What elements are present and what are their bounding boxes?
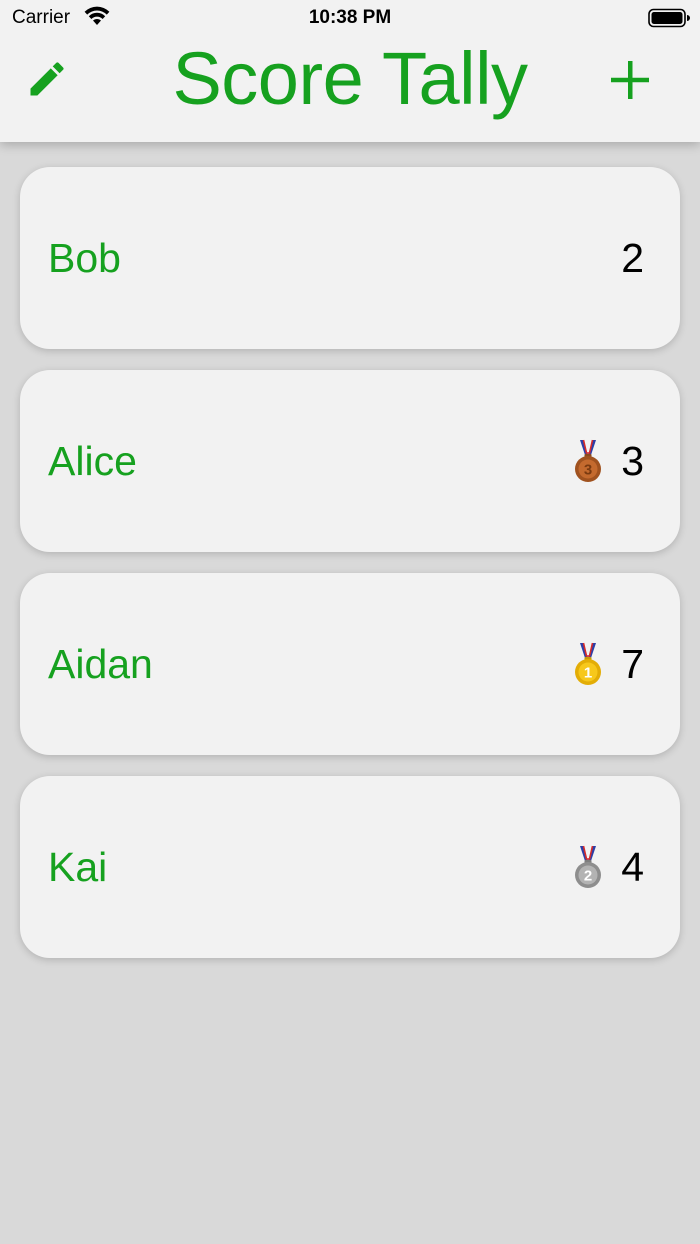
player-list: Bob 2 Alice 3 3 Aidan 1 7 Kai 2 4 [20, 167, 680, 979]
player-name: Aidan [48, 640, 153, 687]
score-group: 2 [621, 167, 644, 349]
battery-icon [648, 8, 690, 28]
add-player-button[interactable] [600, 50, 660, 110]
player-name: Kai [48, 843, 108, 890]
player-score: 7 [621, 640, 644, 687]
svg-text:2: 2 [584, 868, 592, 885]
page-title: Score Tally [172, 36, 528, 120]
player-card[interactable]: Kai 2 4 [20, 776, 680, 958]
player-name: Bob [48, 234, 121, 281]
svg-text:3: 3 [584, 462, 592, 479]
app-screen: Carrier 10:38 PM Score Tally Bob 2 Alice… [0, 0, 700, 1244]
score-group: 1 7 [573, 573, 644, 755]
player-card[interactable]: Alice 3 3 [20, 370, 680, 552]
plus-icon [611, 61, 649, 99]
player-score: 4 [621, 843, 644, 890]
silver-medal-icon: 2 [575, 845, 602, 888]
svg-text:1: 1 [584, 665, 592, 682]
score-group: 3 3 [573, 370, 644, 552]
header: Carrier 10:38 PM Score Tally [0, 0, 700, 142]
bronze-medal-icon: 3 [575, 439, 602, 482]
player-name: Alice [48, 437, 137, 484]
player-score: 2 [621, 234, 644, 281]
score-group: 2 4 [573, 776, 644, 958]
status-time: 10:38 PM [308, 7, 392, 28]
player-score: 3 [621, 437, 644, 484]
navigation-bar: Score Tally [0, 36, 700, 142]
player-card[interactable]: Aidan 1 7 [20, 573, 680, 755]
player-card[interactable]: Bob 2 [20, 167, 680, 349]
status-bar: Carrier 10:38 PM [0, 0, 700, 36]
gold-medal-icon: 1 [575, 642, 602, 685]
